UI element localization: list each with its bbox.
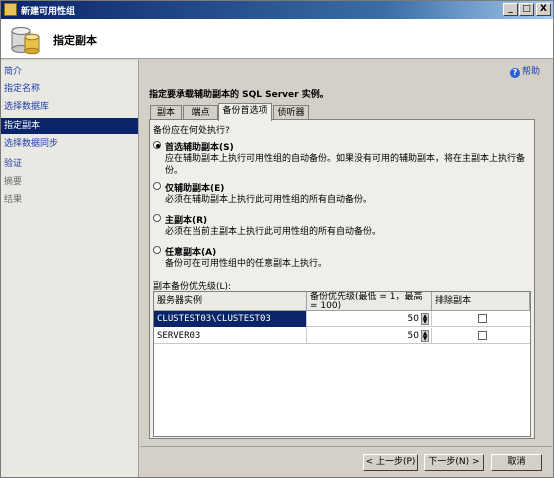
exclude-checkbox[interactable] xyxy=(478,314,487,323)
sidebar-item-results: 结果 xyxy=(4,195,23,205)
footer-divider xyxy=(140,446,552,447)
sidebar-item-name[interactable]: 指定名称 xyxy=(1,81,138,97)
sidebar-item-summary: 摘要 xyxy=(4,177,23,187)
option-desc-secondary-only: 必须在辅助副本上执行此可用性组的所有自动备份。 xyxy=(165,195,373,205)
spin-arrows-icon[interactable]: ▲ ▼ xyxy=(421,313,429,325)
option-label-any-replica[interactable]: 任意副本(A) xyxy=(165,245,216,258)
page-header: 指定副本 xyxy=(1,19,553,59)
spin-arrows-icon[interactable]: ▲ ▼ xyxy=(421,330,429,342)
wizard-sidebar: 简介 指定名称 选择数据库 指定副本 选择数据同步 验证 摘要 结果 xyxy=(1,60,139,477)
option-label-secondary-only[interactable]: 仅辅助副本(E) xyxy=(165,181,224,194)
cell-instance[interactable]: CLUSTEST03\CLUSTEST03 xyxy=(154,311,307,327)
priority-stepper[interactable]: 50 xyxy=(307,311,432,327)
previous-button[interactable]: < 上一步(P) xyxy=(363,454,418,471)
window-title: 新建可用性组 xyxy=(21,7,76,17)
sidebar-item-validation[interactable]: 验证 xyxy=(1,156,138,172)
tab-endpoints[interactable]: 端点 xyxy=(183,105,218,120)
option-desc-prefer-secondary: 应在辅助副本上执行可用性组的自动备份。如果没有可用的辅助副本，将在主副本上执行备… xyxy=(165,154,526,176)
help-link[interactable]: ? 帮助 xyxy=(510,64,540,78)
minimize-button[interactable]: _ xyxy=(503,3,518,16)
option-label-primary[interactable]: 主副本(R) xyxy=(165,213,207,226)
page-title: 指定副本 xyxy=(53,34,97,47)
cancel-button[interactable]: 取消 xyxy=(491,454,542,471)
option-label-prefer-secondary[interactable]: 首选辅助副本(S) xyxy=(165,140,234,153)
sidebar-item-intro[interactable]: 简介 xyxy=(1,64,138,80)
sidebar-item-select-databases[interactable]: 选择数据库 xyxy=(1,99,138,115)
column-header-priority[interactable]: 备份优先级(最低 = 1，最高 = 100) xyxy=(307,292,432,311)
tab-listener[interactable]: 侦听器 xyxy=(273,105,309,120)
sidebar-item-data-sync[interactable]: 选择数据同步 xyxy=(1,136,138,152)
close-button[interactable]: X xyxy=(536,3,551,16)
backup-question: 备份应在何处执行? xyxy=(153,126,230,136)
cell-instance[interactable]: SERVER03 xyxy=(154,328,307,344)
instruction-text: 指定要承载辅助副本的 SQL Server 实例。 xyxy=(149,90,329,100)
radio-prefer-secondary[interactable] xyxy=(153,141,161,149)
column-header-instance[interactable]: 服务器实例 xyxy=(154,292,307,311)
app-icon xyxy=(4,3,17,16)
exclude-checkbox[interactable] xyxy=(478,331,487,340)
tab-backup-preferences[interactable]: 备份首选项 xyxy=(218,103,272,121)
column-header-exclude[interactable]: 排除副本 xyxy=(432,292,530,311)
tab-replicas[interactable]: 副本 xyxy=(150,105,182,120)
next-button[interactable]: 下一步(N) > xyxy=(424,454,484,471)
sidebar-item-specify-replicas[interactable]: 指定副本 xyxy=(1,118,138,134)
title-bar: 新建可用性组 _ □ X xyxy=(1,1,553,19)
option-desc-any-replica: 备份可在可用性组中的任意副本上执行。 xyxy=(165,259,328,269)
priority-stepper[interactable]: 50 xyxy=(307,328,432,344)
help-icon: ? xyxy=(510,68,520,78)
option-desc-primary: 必须在当前主副本上执行此可用性组的所有自动备份。 xyxy=(165,227,382,237)
maximize-button[interactable]: □ xyxy=(519,3,534,16)
radio-primary[interactable] xyxy=(153,214,161,222)
radio-secondary-only[interactable] xyxy=(153,182,161,190)
radio-any-replica[interactable] xyxy=(153,246,161,254)
database-icon xyxy=(11,27,40,55)
